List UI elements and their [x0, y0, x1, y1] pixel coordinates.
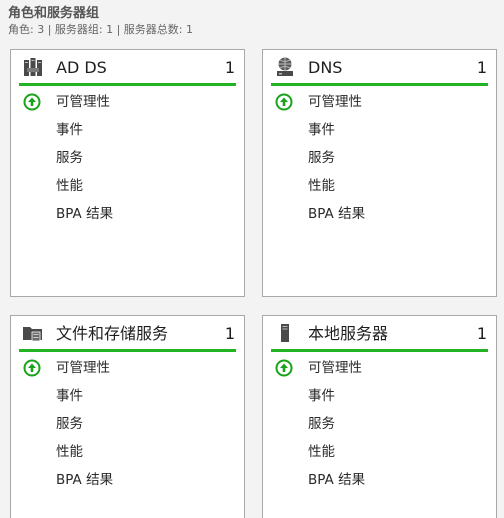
row-manageability[interactable]: 可管理性 [263, 88, 496, 116]
tile-header[interactable]: 文件和存储服务 1 [11, 316, 244, 350]
tile-ad-ds[interactable]: AD DS 1 可管理性 事件 服务 性能 BPA 结果 [10, 49, 245, 297]
row-performance[interactable]: 性能 [11, 172, 244, 200]
row-label: 可管理性 [56, 360, 110, 376]
ok-arrow-up-icon [275, 93, 293, 111]
row-label: 可管理性 [308, 94, 362, 110]
row-performance[interactable]: 性能 [263, 172, 496, 200]
row-label: 性能 [308, 178, 335, 194]
tile-title[interactable]: 本地服务器 [308, 324, 388, 344]
tile-header[interactable]: 本地服务器 1 [263, 316, 496, 350]
tile-count: 1 [224, 58, 235, 77]
row-events[interactable]: 事件 [11, 382, 244, 410]
file-storage-icon [23, 327, 42, 342]
row-manageability[interactable]: 可管理性 [263, 354, 496, 382]
row-label: 可管理性 [308, 360, 362, 376]
tile-count: 1 [476, 324, 487, 343]
tile-title[interactable]: DNS [308, 58, 342, 78]
status-bar [271, 83, 488, 86]
ad-ds-icon [24, 58, 42, 76]
local-server-icon [281, 324, 289, 342]
tile-dns[interactable]: DNS 1 可管理性 事件 服务 性能 BPA 结果 [262, 49, 497, 297]
tile-file-storage-services[interactable]: 文件和存储服务 1 可管理性 事件 服务 性能 BPA 结果 [10, 315, 245, 518]
row-bpa-results[interactable]: BPA 结果 [263, 466, 496, 494]
row-events[interactable]: 事件 [263, 116, 496, 144]
row-label: 可管理性 [56, 94, 110, 110]
row-label: 性能 [308, 444, 335, 460]
tile-count: 1 [476, 58, 487, 77]
row-services[interactable]: 服务 [263, 410, 496, 438]
row-label: 性能 [56, 178, 83, 194]
row-label: 事件 [56, 122, 83, 138]
section-title: 角色和服务器组 [8, 6, 100, 21]
row-performance[interactable]: 性能 [11, 438, 244, 466]
row-manageability[interactable]: 可管理性 [11, 354, 244, 382]
row-label: BPA 结果 [56, 472, 114, 488]
status-bar [19, 349, 236, 352]
dns-icon [277, 57, 293, 76]
ok-arrow-up-icon [23, 359, 41, 377]
row-label: BPA 结果 [308, 206, 366, 222]
row-label: BPA 结果 [308, 472, 366, 488]
row-label: 服务 [308, 150, 335, 166]
status-bar [19, 83, 236, 86]
tile-title[interactable]: 文件和存储服务 [56, 324, 168, 344]
row-bpa-results[interactable]: BPA 结果 [263, 200, 496, 228]
row-label: 事件 [308, 388, 335, 404]
row-label: 性能 [56, 444, 83, 460]
tile-local-server[interactable]: 本地服务器 1 可管理性 事件 服务 性能 BPA 结果 [262, 315, 497, 518]
row-label: 事件 [56, 388, 83, 404]
row-events[interactable]: 事件 [11, 116, 244, 144]
row-label: 服务 [56, 150, 83, 166]
ok-arrow-up-icon [275, 359, 293, 377]
dashboard-header: 角色和服务器组 角色: 3 | 服务器组: 1 | 服务器总数: 1 [8, 5, 193, 37]
row-events[interactable]: 事件 [263, 382, 496, 410]
status-bar [271, 349, 488, 352]
row-label: 服务 [56, 416, 83, 432]
row-label: BPA 结果 [56, 206, 114, 222]
tile-header[interactable]: AD DS 1 [11, 50, 244, 84]
section-summary: 角色: 3 | 服务器组: 1 | 服务器总数: 1 [8, 23, 194, 36]
row-manageability[interactable]: 可管理性 [11, 88, 244, 116]
row-services[interactable]: 服务 [11, 410, 244, 438]
row-bpa-results[interactable]: BPA 结果 [11, 466, 244, 494]
tile-title[interactable]: AD DS [56, 58, 107, 78]
row-services[interactable]: 服务 [11, 144, 244, 172]
tile-header[interactable]: DNS 1 [263, 50, 496, 84]
row-label: 服务 [308, 416, 335, 432]
row-services[interactable]: 服务 [263, 144, 496, 172]
ok-arrow-up-icon [23, 93, 41, 111]
row-performance[interactable]: 性能 [263, 438, 496, 466]
row-label: 事件 [308, 122, 335, 138]
tile-count: 1 [224, 324, 235, 343]
row-bpa-results[interactable]: BPA 结果 [11, 200, 244, 228]
